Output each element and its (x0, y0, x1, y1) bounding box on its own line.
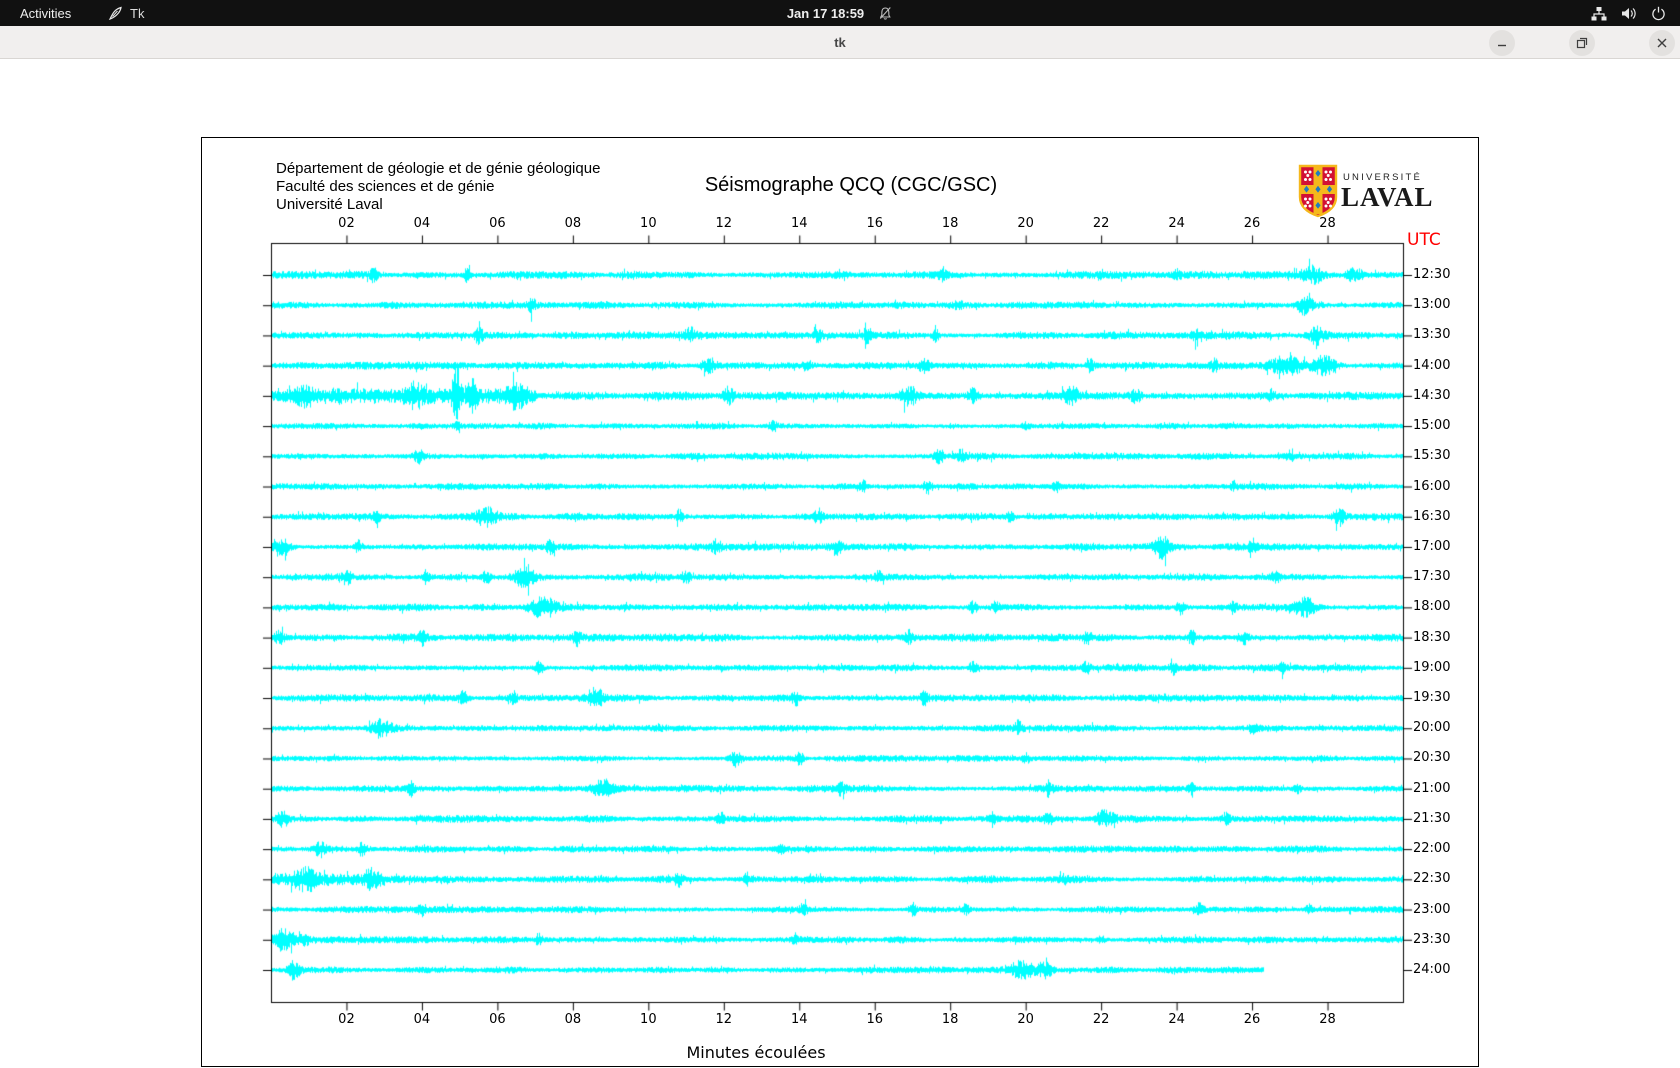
window-title: tk (834, 34, 846, 50)
utc-time-label: 16:30 (1413, 508, 1451, 524)
utc-time-label: 21:00 (1413, 780, 1451, 796)
x-tick-label: 20 (1017, 1012, 1034, 1027)
utc-time-label: 18:30 (1413, 629, 1451, 645)
utc-time-label: 24:00 (1413, 961, 1451, 977)
utc-time-label: 13:00 (1413, 297, 1451, 313)
network-icon (1591, 6, 1607, 21)
utc-time-label: 22:00 (1413, 841, 1451, 857)
utc-time-label: 13:30 (1413, 327, 1451, 343)
x-tick-label: 26 (1243, 216, 1261, 231)
x-tick-label: 06 (489, 216, 506, 231)
gnome-top-bar: Activities Tk Jan 17 18:59 (0, 0, 1680, 26)
utc-time-label: 16:00 (1413, 478, 1451, 494)
system-status-area[interactable] (1591, 0, 1666, 26)
x-tick-label: 14 (790, 1012, 808, 1027)
activities-button[interactable]: Activities (12, 0, 79, 26)
volume-icon (1621, 6, 1637, 21)
x-tick-label: 02 (338, 216, 355, 231)
x-tick-label: 06 (489, 1012, 506, 1027)
x-tick-label: 04 (413, 1012, 431, 1027)
x-tick-label: 22 (1092, 216, 1110, 231)
x-tick-label: 12 (715, 216, 733, 231)
tk-feather-icon (108, 6, 123, 21)
x-axis-title: Minutes écoulées (686, 1043, 826, 1062)
x-tick-label: 12 (715, 1012, 733, 1027)
minimize-button[interactable] (1489, 30, 1515, 56)
utc-time-label: 23:00 (1413, 901, 1451, 917)
utc-time-label: 12:30 (1413, 267, 1451, 282)
power-icon (1651, 6, 1666, 21)
utc-time-label: 20:00 (1413, 720, 1451, 736)
x-tick-label: 20 (1017, 216, 1034, 231)
x-tick-label: 16 (866, 1012, 883, 1027)
x-tick-label: 10 (640, 216, 657, 231)
utc-axis-label: UTC (1407, 230, 1441, 250)
x-tick-label: 16 (866, 216, 883, 231)
clock-area[interactable]: Jan 17 18:59 (787, 0, 893, 26)
clock-label: Jan 17 18:59 (786, 5, 865, 21)
screen: Activities Tk Jan 17 18:59 tk UTC 02 04 … (0, 0, 1680, 1068)
utc-time-label: 22:30 (1413, 871, 1451, 887)
utc-time-label: 18:00 (1413, 599, 1451, 615)
utc-time-label: 17:00 (1413, 538, 1451, 554)
utc-time-label: 14:30 (1413, 387, 1451, 403)
utc-time-label: 14:00 (1413, 357, 1451, 373)
x-tick-label: 02 (338, 1012, 355, 1027)
x-tick-label: 04 (413, 216, 431, 231)
x-tick-label: 24 (1168, 1012, 1185, 1027)
x-tick-label: 28 (1319, 1012, 1336, 1027)
x-tick-label: 24 (1168, 216, 1185, 231)
close-icon[interactable] (1649, 30, 1675, 56)
seismograph-card: Département de géologie et de génie géol… (201, 137, 1480, 1068)
x-tick-label: 08 (564, 216, 582, 231)
x-tick-label: 14 (790, 216, 808, 231)
x-tick-label: 18 (941, 1012, 959, 1027)
x-tick-label: 28 (1319, 216, 1336, 231)
x-tick-label: 26 (1243, 1012, 1261, 1027)
utc-time-label: 15:00 (1413, 418, 1451, 434)
maximize-button[interactable] (1569, 30, 1595, 56)
seismograph-canvas (202, 138, 1480, 1068)
window-titlebar[interactable]: tk (0, 26, 1680, 59)
x-tick-label: 18 (941, 216, 959, 231)
utc-time-label: 17:30 (1413, 569, 1451, 585)
x-tick-label: 08 (564, 1012, 582, 1027)
utc-time-label: 23:30 (1413, 931, 1451, 947)
tk-app-indicator[interactable]: Tk (108, 0, 144, 26)
x-tick-label: 22 (1092, 1012, 1110, 1027)
tk-app-indicator-label: Tk (130, 5, 145, 21)
utc-time-label: 20:30 (1413, 750, 1451, 766)
x-tick-label: 10 (640, 1012, 657, 1027)
tk-window-content: Département de géologie et de génie géol… (0, 59, 1680, 1068)
notifications-disabled-icon (878, 6, 893, 21)
utc-time-label: 21:30 (1413, 810, 1451, 826)
utc-time-label: 19:30 (1413, 690, 1451, 706)
utc-time-label: 19:00 (1413, 659, 1451, 675)
utc-time-label: 15:30 (1413, 448, 1451, 464)
